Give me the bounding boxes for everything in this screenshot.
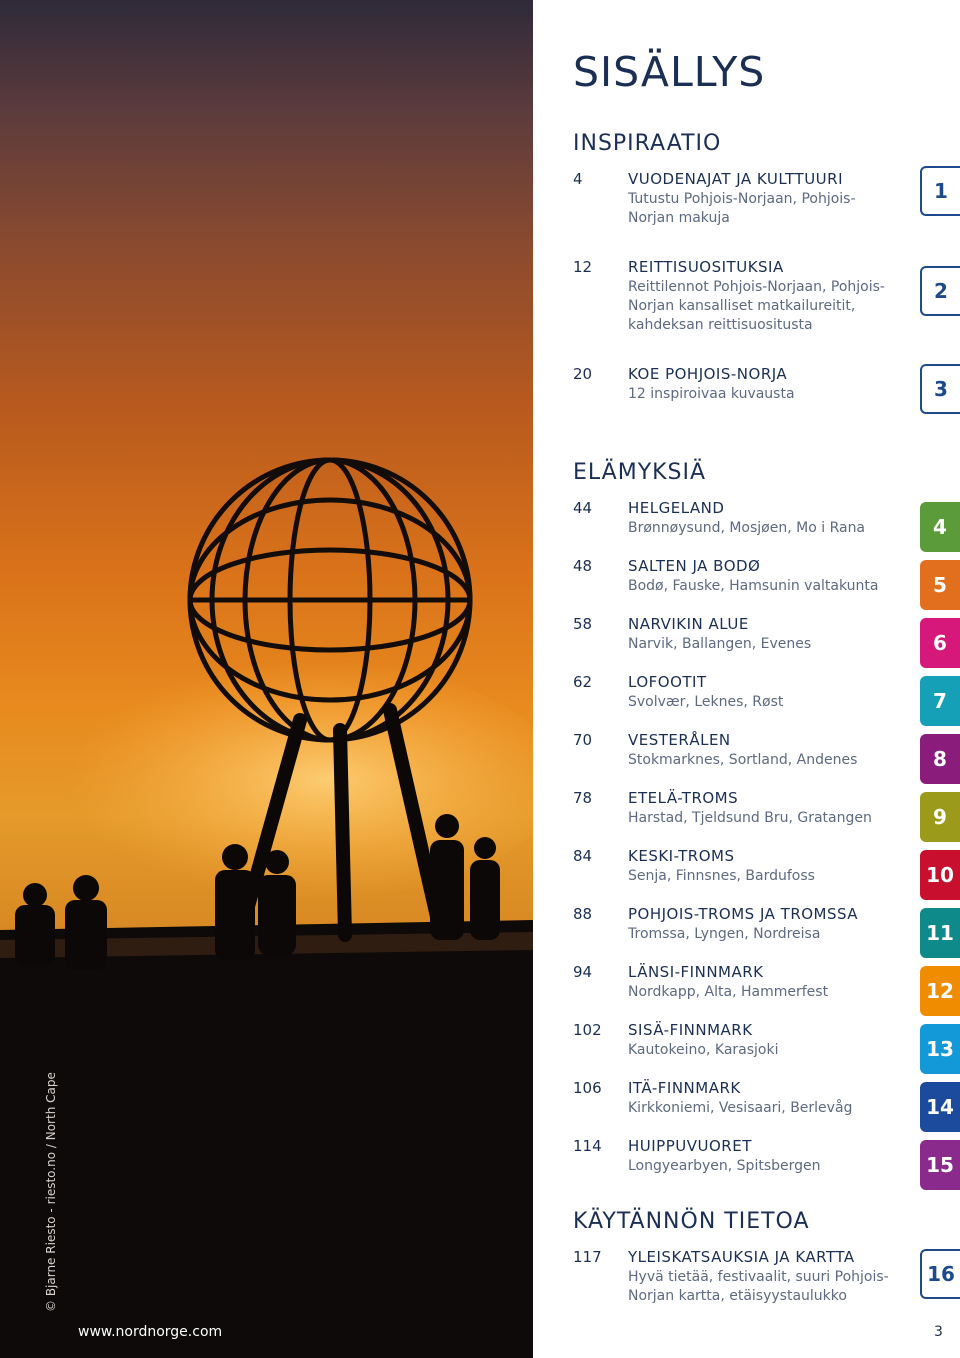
chapter-tab-13[interactable]: 13 (920, 1024, 960, 1074)
chapter-tab-12[interactable]: 12 (920, 966, 960, 1016)
chapter-tab-15[interactable]: 15 (920, 1140, 960, 1190)
table-of-contents: SISÄLLYS INSPIRAATIO 4 VUODENAJAT JA KUL… (573, 0, 960, 1358)
toc-page-number: 48 (573, 557, 593, 575)
photo-credit: © Bjarne Riesto - riesto.no / North Cape (44, 1072, 58, 1312)
toc-heading: HUIPPUVUORET (628, 1137, 752, 1155)
page-title: SISÄLLYS (573, 48, 766, 96)
cover-photo: © Bjarne Riesto - riesto.no / North Cape… (0, 0, 533, 1358)
toc-page-number: 78 (573, 789, 593, 807)
chapter-tab-6[interactable]: 6 (920, 618, 960, 668)
toc-page-number: 88 (573, 905, 593, 923)
toc-page-number: 102 (573, 1021, 602, 1039)
chapter-tab-14[interactable]: 14 (920, 1082, 960, 1132)
toc-description: Svolvær, Leknes, Røst (628, 694, 784, 710)
chapter-tab-3[interactable]: 3 (920, 364, 960, 414)
toc-description: Harstad, Tjeldsund Bru, Gratangen (628, 810, 872, 826)
toc-page-number: 106 (573, 1079, 602, 1097)
toc-page-number: 70 (573, 731, 593, 749)
toc-heading: ETELÄ-TROMS (628, 789, 739, 807)
chapter-tab-4[interactable]: 4 (920, 502, 960, 552)
toc-page-number: 44 (573, 499, 593, 517)
chapter-tab-1[interactable]: 1 (920, 166, 960, 216)
toc-heading: REITTISUOSITUKSIA (628, 258, 784, 276)
toc-heading: NARVIKIN ALUE (628, 615, 749, 633)
toc-description: Hyvä tietää, festivaalit, suuri Pohjois-… (628, 1269, 889, 1304)
website-url[interactable]: www.nordnorge.com (78, 1324, 222, 1340)
toc-heading: VESTERÅLEN (628, 731, 731, 749)
globe-monument-silhouette (0, 457, 533, 1358)
toc-description: Bodø, Fauske, Hamsunin valtakunta (628, 578, 879, 594)
toc-description: Brønnøysund, Mosjøen, Mo i Rana (628, 520, 866, 536)
toc-page-number: 117 (573, 1248, 602, 1266)
toc-description: Narvik, Ballangen, Evenes (628, 636, 812, 652)
toc-description: Nordkapp, Alta, Hammerfest (628, 984, 829, 1000)
chapter-tab-7[interactable]: 7 (920, 676, 960, 726)
toc-heading: SALTEN JA BODØ (628, 557, 761, 575)
toc-description: 12 inspiroivaa kuvausta (628, 386, 795, 402)
toc-page-number: 20 (573, 365, 593, 383)
toc-heading: KOE POHJOIS-NORJA (628, 365, 788, 383)
toc-heading: LOFOOTIT (628, 673, 707, 691)
toc-description: Senja, Finnsnes, Bardufoss (628, 868, 815, 884)
toc-page-number: 62 (573, 673, 593, 691)
section-heading-kaytannon: KÄYTÄNNÖN TIETOA (573, 1209, 810, 1234)
section-heading-elamyksia: ELÄMYKSIÄ (573, 460, 707, 485)
toc-description: Kirkkoniemi, Vesisaari, Berlevåg (628, 1100, 853, 1116)
section-heading-inspiraatio: INSPIRAATIO (573, 131, 722, 156)
toc-description: Tromssa, Lyngen, Nordreisa (628, 926, 821, 942)
page-number: 3 (934, 1324, 943, 1340)
chapter-tab-9[interactable]: 9 (920, 792, 960, 842)
toc-page-number: 58 (573, 615, 593, 633)
toc-page-number: 94 (573, 963, 593, 981)
toc-heading: YLEISKATSAUKSIA JA KARTTA (628, 1248, 855, 1266)
toc-description: Reittilennot Pohjois-Norjaan, Pohjois-No… (628, 279, 885, 333)
toc-heading: POHJOIS-TROMS JA TROMSSA (628, 905, 859, 923)
toc-description: Stokmarknes, Sortland, Andenes (628, 752, 858, 768)
toc-heading: VUODENAJAT JA KULTTUURI (628, 170, 844, 188)
toc-heading: SISÄ-FINNMARK (628, 1021, 753, 1039)
chapter-tab-5[interactable]: 5 (920, 560, 960, 610)
toc-description: Longyearbyen, Spitsbergen (628, 1158, 821, 1174)
toc-page-number: 84 (573, 847, 593, 865)
chapter-tab-2[interactable]: 2 (920, 266, 960, 316)
toc-description: Tutustu Pohjois-Norjaan, Pohjois-Norjan … (628, 191, 856, 226)
toc-page-number: 12 (573, 258, 593, 276)
toc-page-number: 114 (573, 1137, 602, 1155)
chapter-tab-11[interactable]: 11 (920, 908, 960, 958)
toc-description: Kautokeino, Karasjoki (628, 1042, 779, 1058)
toc-heading: LÄNSI-FINNMARK (628, 963, 764, 981)
toc-heading: ITÄ-FINNMARK (628, 1079, 741, 1097)
toc-heading: KESKI-TROMS (628, 847, 735, 865)
chapter-tab-8[interactable]: 8 (920, 734, 960, 784)
toc-heading: HELGELAND (628, 499, 725, 517)
toc-page-number: 4 (573, 170, 583, 188)
chapter-tab-10[interactable]: 10 (920, 850, 960, 900)
chapter-tab-16[interactable]: 16 (920, 1249, 960, 1299)
